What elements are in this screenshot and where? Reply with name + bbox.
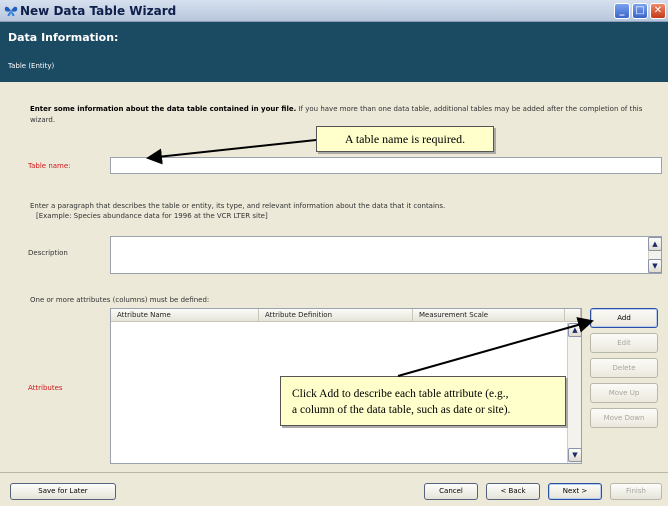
cancel-button[interactable]: Cancel xyxy=(424,483,478,500)
intro-bold: Enter some information about the data ta… xyxy=(30,105,297,113)
minimize-icon[interactable]: _ xyxy=(614,3,630,19)
table-name-label: Table name: xyxy=(28,162,71,170)
attributes-callout: Click Add to describe each table attribu… xyxy=(280,376,566,426)
attributes-callout-line2: a column of the data table, such as date… xyxy=(292,404,511,416)
delete-attribute-button[interactable]: Delete xyxy=(590,358,658,378)
add-attribute-button[interactable]: Add xyxy=(590,308,658,328)
scroll-down-icon[interactable]: ▼ xyxy=(648,259,662,273)
close-icon[interactable]: ✕ xyxy=(650,3,666,19)
next-button[interactable]: Next > xyxy=(548,483,602,500)
move-up-button[interactable]: Move Up xyxy=(590,383,658,403)
description-example: [Example: Species abundance data for 199… xyxy=(36,212,268,220)
description-scrollbar[interactable]: ▲ ▼ xyxy=(648,237,662,273)
attributes-label: Attributes xyxy=(28,384,63,392)
description-input[interactable] xyxy=(110,236,662,274)
column-header-measurement-scale[interactable]: Measurement Scale xyxy=(413,309,565,322)
footer-divider xyxy=(0,472,668,473)
maximize-icon[interactable]: □ xyxy=(632,3,648,19)
column-header-attribute-name[interactable]: Attribute Name xyxy=(111,309,259,322)
attributes-scrollbar[interactable]: ▲ ▼ xyxy=(567,323,582,463)
page-subtitle: Table (Entity) xyxy=(8,62,55,70)
column-header-filler xyxy=(565,309,581,322)
table-name-callout: A table name is required. xyxy=(316,126,494,152)
description-instruction: Enter a paragraph that describes the tab… xyxy=(30,202,446,210)
wizard-header: Data Information: Table (Entity) xyxy=(0,22,668,82)
window-titlebar[interactable]: New Data Table Wizard _ □ ✕ xyxy=(0,0,668,22)
table-name-input[interactable] xyxy=(110,157,662,174)
move-down-button[interactable]: Move Down xyxy=(590,408,658,428)
description-label: Description xyxy=(28,249,68,257)
scroll-up-icon[interactable]: ▲ xyxy=(568,323,582,337)
scroll-down-icon[interactable]: ▼ xyxy=(568,448,582,462)
scroll-up-icon[interactable]: ▲ xyxy=(648,237,662,251)
intro-text: Enter some information about the data ta… xyxy=(30,104,650,126)
attributes-instruction: One or more attributes (columns) must be… xyxy=(30,296,210,304)
window-title: New Data Table Wizard xyxy=(20,4,177,18)
attributes-callout-line1: Click Add to describe each table attribu… xyxy=(292,388,509,400)
save-for-later-button[interactable]: Save for Later xyxy=(10,483,116,500)
finish-button[interactable]: Finish xyxy=(610,483,662,500)
page-title: Data Information: xyxy=(8,31,119,44)
edit-attribute-button[interactable]: Edit xyxy=(590,333,658,353)
back-button[interactable]: < Back xyxy=(486,483,540,500)
butterfly-icon xyxy=(4,4,18,18)
column-header-attribute-definition[interactable]: Attribute Definition xyxy=(259,309,413,322)
